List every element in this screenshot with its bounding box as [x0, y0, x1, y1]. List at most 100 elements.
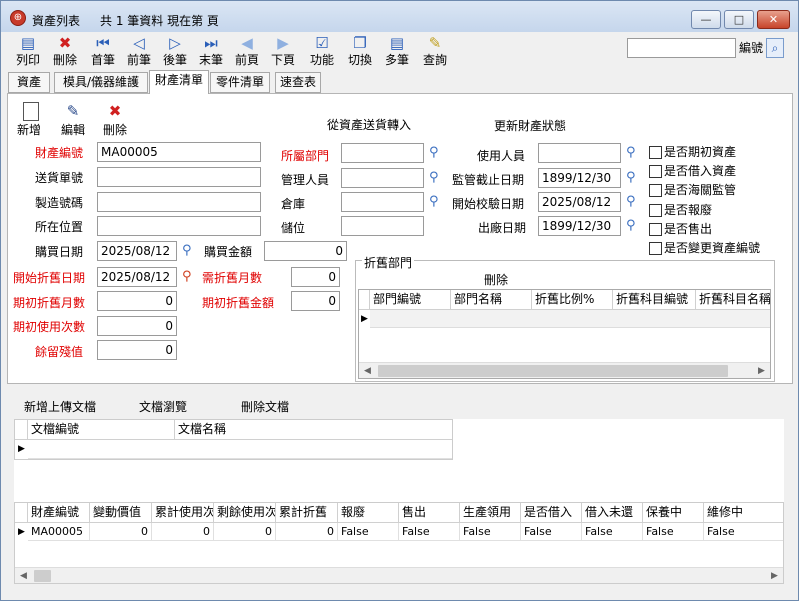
previous-record-button[interactable]: ◁ 前筆: [122, 34, 156, 70]
depr-start-field[interactable]: 2025/08/12: [97, 267, 177, 287]
close-button[interactable]: ✕: [757, 10, 790, 29]
multi-record-button[interactable]: ▤ 多筆: [380, 34, 414, 70]
init-depr-months-field[interactable]: 0: [97, 291, 177, 311]
column-header[interactable]: 變動價值: [90, 503, 152, 523]
column-header[interactable]: 折舊比例%: [532, 290, 613, 310]
next-page-button[interactable]: ▶ 下頁: [266, 34, 300, 70]
depr-dept-scrollbar[interactable]: ◀ ▶: [359, 362, 770, 378]
scroll-thumb[interactable]: [34, 570, 51, 582]
delivery-no-field[interactable]: [97, 167, 261, 187]
table-cell[interactable]: False: [521, 523, 582, 541]
user-lookup-icon[interactable]: ⚲: [626, 145, 642, 161]
new-button[interactable]: 新增: [16, 102, 46, 138]
user-field[interactable]: [538, 143, 621, 163]
column-header[interactable]: 折舊科目名稱: [696, 290, 770, 310]
table-cell[interactable]: False: [704, 523, 783, 541]
function-button[interactable]: ☑ 功能: [305, 34, 339, 70]
init-depr-amount-field[interactable]: 0: [291, 291, 340, 311]
location-field[interactable]: [97, 216, 261, 236]
depr-start-picker-icon[interactable]: ⚲: [182, 269, 198, 285]
table-cell[interactable]: False: [399, 523, 460, 541]
bin-field[interactable]: [341, 216, 424, 236]
purchase-amount-field[interactable]: 0: [264, 241, 347, 261]
search-input[interactable]: [627, 38, 736, 58]
import-from-delivery-button[interactable]: 從資產送貨轉入: [327, 116, 411, 133]
edit-button[interactable]: ✎ 編輯: [58, 102, 88, 138]
column-header[interactable]: 借入未還: [582, 503, 643, 523]
column-header[interactable]: 售出: [399, 503, 460, 523]
column-header[interactable]: 文檔名稱: [175, 420, 452, 440]
upload-document-button[interactable]: 新增上傳文檔: [24, 398, 96, 415]
column-header[interactable]: 保養中: [643, 503, 704, 523]
minimize-button[interactable]: —: [691, 10, 721, 29]
tab-assets[interactable]: 資產: [8, 72, 50, 93]
purchase-date-field[interactable]: 2025/08/12: [97, 241, 177, 261]
dept-lookup-icon[interactable]: ⚲: [429, 145, 445, 161]
column-header[interactable]: 財產編號: [28, 503, 90, 523]
table-cell[interactable]: False: [338, 523, 399, 541]
table-cell[interactable]: MA00005: [28, 523, 90, 541]
change-asset-no-checkbox[interactable]: [649, 242, 662, 255]
borrowed-asset-checkbox[interactable]: [649, 165, 662, 178]
tab-quick-lookup[interactable]: 速查表: [275, 72, 321, 93]
tab-mold-instrument[interactable]: 模具/儀器維護: [54, 72, 148, 93]
factory-date-picker-icon[interactable]: ⚲: [626, 218, 642, 234]
dept-field[interactable]: [341, 143, 424, 163]
column-header[interactable]: 生產領用: [460, 503, 521, 523]
warehouse-lookup-icon[interactable]: ⚲: [429, 194, 445, 210]
new-row[interactable]: [370, 310, 770, 328]
column-header[interactable]: 累計折舊: [276, 503, 338, 523]
calib-date-picker-icon[interactable]: ⚲: [626, 194, 642, 210]
table-cell[interactable]: 0: [276, 523, 338, 541]
table-cell[interactable]: 0: [90, 523, 152, 541]
column-header[interactable]: 報廢: [338, 503, 399, 523]
customs-date-picker-icon[interactable]: ⚲: [626, 170, 642, 186]
sold-checkbox[interactable]: [649, 223, 662, 236]
customs-date-field[interactable]: 1899/12/30: [538, 168, 621, 188]
factory-date-field[interactable]: 1899/12/30: [538, 216, 621, 236]
column-header[interactable]: 折舊科目編號: [613, 290, 696, 310]
scroll-right-icon[interactable]: ▶: [766, 568, 783, 583]
scrapped-checkbox[interactable]: [649, 204, 662, 217]
column-header[interactable]: 部門編號: [370, 290, 451, 310]
last-record-button[interactable]: ⏭ 末筆: [194, 34, 228, 70]
previous-page-button[interactable]: ◀ 前頁: [230, 34, 264, 70]
column-header[interactable]: 是否借入: [521, 503, 582, 523]
residual-field[interactable]: 0: [97, 340, 177, 360]
scroll-left-icon[interactable]: ◀: [359, 363, 376, 378]
init-use-count-field[interactable]: 0: [97, 316, 177, 336]
delete-button[interactable]: ✖ 刪除: [48, 34, 82, 70]
table-cell[interactable]: False: [460, 523, 521, 541]
tab-parts-list[interactable]: 零件清單: [210, 72, 270, 93]
purchase-date-picker-icon[interactable]: ⚲: [182, 243, 198, 259]
table-cell[interactable]: 0: [152, 523, 214, 541]
table-cell[interactable]: False: [582, 523, 643, 541]
column-header[interactable]: 累計使用次數: [152, 503, 214, 523]
scroll-right-icon[interactable]: ▶: [753, 363, 770, 378]
scroll-thumb[interactable]: [378, 365, 728, 377]
sub-delete-button[interactable]: ✖ 刪除: [100, 102, 130, 138]
new-row[interactable]: [28, 440, 452, 459]
column-header[interactable]: 維修中: [704, 503, 783, 523]
print-button[interactable]: ▤ 列印: [11, 34, 45, 70]
query-button[interactable]: ✎ 查詢: [418, 34, 452, 70]
depr-months-field[interactable]: 0: [291, 267, 340, 287]
depr-dept-delete-button[interactable]: 刪除: [484, 271, 508, 288]
next-record-button[interactable]: ▷ 後筆: [158, 34, 192, 70]
opening-asset-checkbox[interactable]: [649, 146, 662, 159]
column-header[interactable]: 剩餘使用次數: [214, 503, 276, 523]
asset-no-field[interactable]: MA00005: [97, 142, 261, 162]
maximize-button[interactable]: □: [724, 10, 754, 29]
column-header[interactable]: 文檔編號: [28, 420, 175, 440]
update-status-button[interactable]: 更新財產狀態: [494, 117, 566, 134]
asset-status-scrollbar[interactable]: ◀ ▶: [15, 567, 783, 583]
calib-date-field[interactable]: 2025/08/12: [538, 192, 621, 212]
scroll-left-icon[interactable]: ◀: [15, 568, 32, 583]
browse-document-button[interactable]: 文檔瀏覽: [139, 398, 187, 415]
delete-document-button[interactable]: 刪除文檔: [241, 398, 289, 415]
serial-field[interactable]: [97, 192, 261, 212]
switch-button[interactable]: ❐ 切換: [343, 34, 377, 70]
warehouse-field[interactable]: [341, 192, 424, 212]
first-record-button[interactable]: ⏮ 首筆: [86, 34, 120, 70]
table-cell[interactable]: False: [643, 523, 704, 541]
